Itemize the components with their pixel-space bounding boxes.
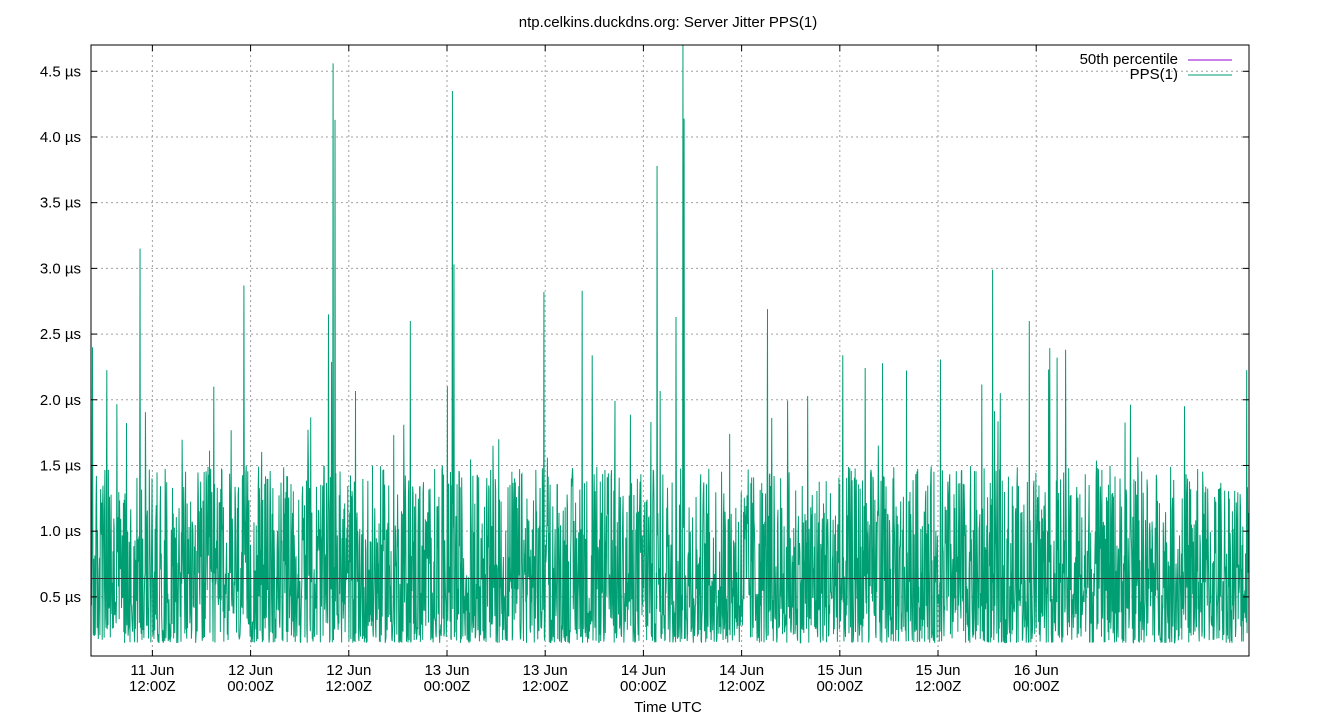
y-tick-label: 0.5 µs	[40, 589, 81, 606]
x-tick-label: 14 Jun	[621, 662, 666, 679]
x-tick-label: 12 Jun	[228, 662, 273, 679]
series-layer	[90, 44, 1250, 644]
y-tick-label: 2.0 µs	[40, 392, 81, 409]
x-tick-label: 16 Jun	[1014, 662, 1059, 679]
x-tick-label: 12:00Z	[718, 678, 765, 695]
x-tick-label: 00:00Z	[620, 678, 667, 695]
y-tick-label: 4.5 µs	[40, 63, 81, 80]
x-axis-label: Time UTC	[634, 699, 702, 716]
y-tick-label: 1.5 µs	[40, 457, 81, 474]
legend: 50th percentile PPS(1)	[1080, 51, 1232, 83]
x-tick-label: 00:00Z	[424, 678, 471, 695]
x-tick-label: 11 Jun	[130, 662, 174, 679]
x-tick-label: 12:00Z	[129, 678, 176, 695]
y-tick-label: 3.5 µs	[40, 195, 81, 212]
legend-label-pps: PPS(1)	[1130, 66, 1178, 83]
y-tick-label: 2.5 µs	[40, 326, 81, 343]
y-tick-label: 3.0 µs	[40, 260, 81, 277]
chart-title: ntp.celkins.duckdns.org: Server Jitter P…	[519, 14, 817, 31]
x-tick-label: 15 Jun	[817, 662, 862, 679]
y-tick-label: 1.0 µs	[40, 523, 81, 540]
x-tick-label: 15 Jun	[915, 662, 960, 679]
series-line-pps	[90, 44, 1250, 644]
y-tick-label: 4.0 µs	[40, 129, 81, 146]
x-tick-label: 12:00Z	[522, 678, 569, 695]
x-tick-label: 13 Jun	[523, 662, 568, 679]
jitter-chart: ntp.celkins.duckdns.org: Server Jitter P…	[40, 14, 1250, 716]
x-tick-label: 12 Jun	[326, 662, 371, 679]
x-tick-label: 12:00Z	[325, 678, 372, 695]
x-tick-label: 13 Jun	[424, 662, 469, 679]
x-tick-label: 00:00Z	[1013, 678, 1060, 695]
x-tick-label: 12:00Z	[915, 678, 962, 695]
x-tick-label: 00:00Z	[227, 678, 274, 695]
x-tick-label: 14 Jun	[719, 662, 764, 679]
x-tick-label: 00:00Z	[816, 678, 863, 695]
